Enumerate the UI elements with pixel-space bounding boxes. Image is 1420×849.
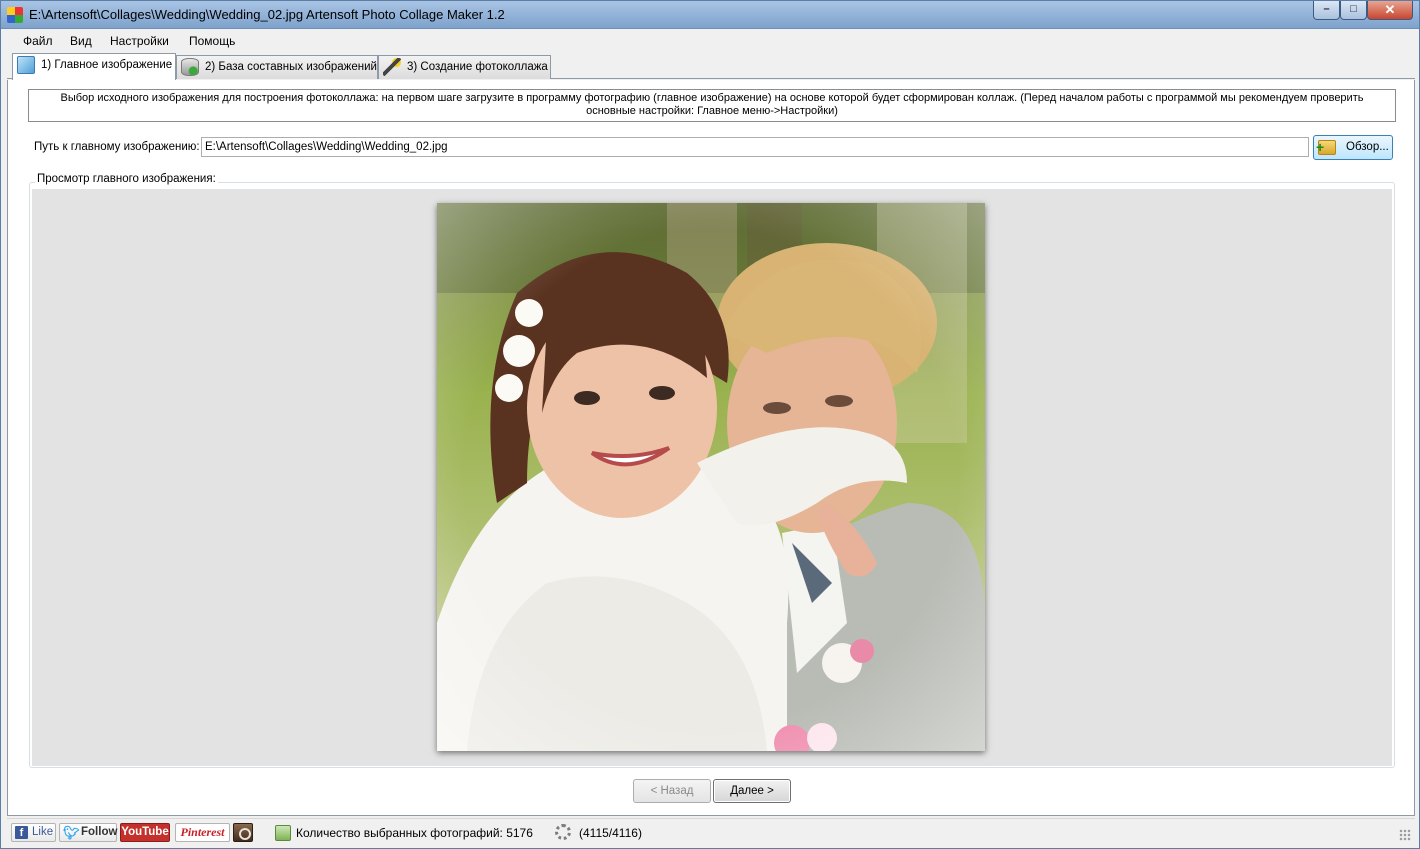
back-button[interactable]: < Назад [633,779,711,803]
photo-count-text: Количество выбранных фотографий: 5176 [296,826,533,840]
tab-panel-main-image: Выбор исходного изображения для построен… [7,80,1415,816]
close-button[interactable]: ✕ [1367,1,1413,20]
app-window: E:\Artensoft\Collages\Wedding\Wedding_02… [0,0,1420,849]
menu-bar: Файл Вид Настройки Помощь [7,29,1415,53]
image-icon [17,56,35,74]
facebook-label: Like [32,826,54,838]
main-image-path-field[interactable] [201,137,1309,157]
path-label: Путь к главному изображению: [34,141,200,153]
twitter-icon: 🐦︎ [63,825,80,840]
twitter-follow-button[interactable]: 🐦︎ Follow [59,823,117,842]
twitter-label: Follow [81,826,118,838]
menu-view[interactable]: Вид [70,34,92,48]
photo-count-icon [275,825,291,841]
facebook-icon: f [15,826,28,839]
app-icon[interactable] [7,7,23,23]
menu-help[interactable]: Помощь [189,34,235,48]
main-image-preview [437,203,985,751]
title-bar[interactable]: E:\Artensoft\Collages\Wedding\Wedding_02… [1,1,1419,29]
instagram-icon[interactable] [233,823,253,842]
maximize-button[interactable]: □ [1340,1,1367,20]
window-title: E:\Artensoft\Collages\Wedding\Wedding_02… [29,7,505,22]
pinterest-button[interactable]: Pinterest [175,823,230,842]
magic-wand-icon [383,58,401,76]
tab-label: 1) Главное изображение [41,59,173,71]
menu-file[interactable]: Файл [23,34,53,48]
tab-image-database[interactable]: 2) База составных изображений [176,55,378,79]
client-area: Файл Вид Настройки Помощь 1) Главное изо… [7,29,1415,844]
folder-add-icon [1316,140,1336,155]
youtube-button[interactable]: YouTube [120,823,170,842]
status-bar: f Like 🐦︎ Follow YouTube Pinterest Колич… [7,818,1415,844]
resize-grip[interactable] [1399,829,1411,841]
tab-create-collage[interactable]: 3) Создание фотоколлажа [378,55,551,79]
next-button[interactable]: Далее > [713,779,791,803]
step-description: Выбор исходного изображения для построен… [28,89,1396,122]
minimize-button[interactable]: – [1313,1,1340,20]
preview-label: Просмотр главного изображения: [35,173,218,185]
wedding-photo [437,203,985,751]
preview-area [32,189,1392,766]
facebook-like-button[interactable]: f Like [11,823,56,842]
menu-settings[interactable]: Настройки [110,34,169,48]
tab-main-image[interactable]: 1) Главное изображение [12,53,176,80]
progress-text: (4115/4116) [579,826,642,840]
loading-spinner-icon [555,824,571,840]
tab-label: 3) Создание фотоколлажа [407,61,548,73]
tab-label: 2) База составных изображений [205,61,377,73]
database-add-icon [181,58,199,76]
wizard-tabs: 1) Главное изображение 2) База составных… [7,53,1415,80]
browse-label: Обзор... [1346,141,1389,153]
browse-button[interactable]: Обзор... [1313,135,1393,160]
